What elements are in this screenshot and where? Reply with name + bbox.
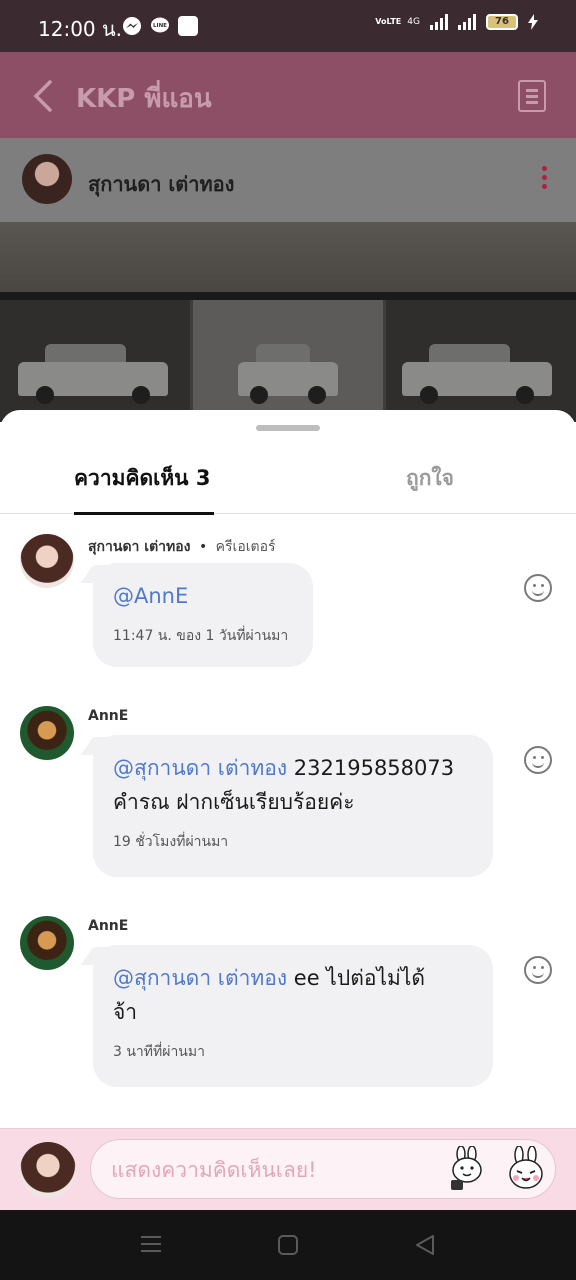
comment-time: 11:47 น. ของ 1 วันที่ผ่านมา (113, 628, 289, 644)
avatar[interactable] (20, 916, 74, 970)
mention-link[interactable]: @สุกานดา เต่าทอง (113, 756, 287, 780)
truck-image-center (238, 344, 338, 404)
back-triangle-icon[interactable] (414, 1234, 436, 1256)
app-bar-title: KKP พี่แอน (76, 84, 212, 114)
avatar[interactable] (20, 534, 74, 588)
tab-likes[interactable]: ถูกใจ (406, 462, 454, 514)
home-icon[interactable] (277, 1234, 299, 1256)
photo-band (0, 292, 576, 300)
chevron-left-icon[interactable] (28, 76, 62, 116)
document-icon[interactable] (518, 80, 546, 112)
comment-time: 19 ชั่วโมงที่ผ่านมา (113, 834, 229, 850)
active-tab-indicator (74, 512, 214, 515)
system-nav-bar (0, 1210, 576, 1280)
brown-cony-sticker-icon[interactable] (445, 1146, 491, 1192)
smiley-icon[interactable] (524, 574, 552, 602)
post-photo[interactable] (0, 222, 576, 422)
messenger-icon (123, 17, 141, 35)
meta-separator: • (198, 539, 208, 555)
comment-author[interactable]: AnnE (88, 918, 128, 934)
network-type: 4G (407, 17, 420, 27)
comment-meta: AnnE (88, 918, 128, 934)
comment-meta: สุกานดา เต่าทอง • ครีเอเตอร์ (88, 536, 276, 558)
comment-time: 3 นาทีที่ผ่านมา (113, 1044, 205, 1060)
svg-text:LINE: LINE (153, 23, 167, 29)
comment-text: @สุกานดา เต่าทอง ee ไปต่อไม่ได้ จ้า (113, 961, 473, 1029)
charging-icon (528, 14, 538, 30)
truck-image-right (402, 344, 552, 404)
app-bar: KKP พี่แอน (0, 52, 576, 138)
mention-link[interactable]: @AnnE (113, 584, 188, 608)
comment-text-line2: จ้า (113, 1000, 138, 1024)
comment-author[interactable]: สุกานดา เต่าทอง (88, 539, 191, 555)
tab-comments[interactable]: ความคิดเห็น 3 (74, 462, 214, 515)
tab-likes-label: ถูกใจ (406, 466, 454, 490)
signal-icon (430, 14, 448, 30)
comment-text-line1: 232195858073 (287, 756, 455, 780)
comment-bubble[interactable]: @สุกานดา เต่าทอง ee ไปต่อไม่ได้ จ้า 3 นา… (93, 945, 493, 1087)
post-author-name[interactable]: สุกานดา เต่าทอง (88, 168, 234, 200)
signal-icon-2 (458, 14, 476, 30)
photo-wall (0, 222, 576, 292)
square-icon (178, 16, 198, 36)
avatar[interactable] (20, 706, 74, 760)
comment-meta: AnnE (88, 708, 128, 724)
comment-text-line1: ee ไปต่อไม่ได้ (287, 966, 426, 990)
sheet-drag-handle[interactable] (256, 425, 320, 431)
recent-apps-icon[interactable] (140, 1234, 162, 1254)
battery-indicator: 76 (486, 14, 518, 30)
mention-link[interactable]: @สุกานดา เต่าทอง (113, 966, 287, 990)
tab-comments-label: ความคิดเห็น 3 (74, 466, 211, 490)
truck-image-left (18, 344, 168, 404)
sheet-tabs: ความคิดเห็น 3 ถูกใจ (0, 446, 576, 515)
status-bar: 12:00 น. LINE VoLTE 4G 76 (0, 0, 576, 52)
post-header: สุกานดา เต่าทอง (0, 138, 576, 222)
comment-bubble[interactable]: @สุกานดา เต่าทอง 232195858073 คำรณ ฝากเซ… (93, 735, 493, 877)
comment-text: @สุกานดา เต่าทอง 232195858073 คำรณ ฝากเซ… (113, 751, 473, 819)
post-author-avatar[interactable] (22, 154, 72, 204)
comments-sheet: ความคิดเห็น 3 ถูกใจ สุกานดา เต่าทอง • คร… (0, 410, 576, 1210)
comment-text-line2: คำรณ ฝากเซ็นเรียบร้อยค่ะ (113, 790, 355, 814)
line-icon: LINE (151, 17, 169, 33)
cony-sticker-icon[interactable] (503, 1146, 549, 1192)
creator-badge: ครีเอเตอร์ (215, 539, 276, 555)
status-indicators: VoLTE 4G 76 (375, 14, 538, 30)
smiley-icon[interactable] (524, 956, 552, 984)
comment-input[interactable] (111, 1154, 431, 1186)
status-time: 12:00 น. (38, 17, 123, 41)
volte-label: VoLTE (375, 17, 402, 26)
comment-author[interactable]: AnnE (88, 708, 128, 724)
comment-text: @AnnE (113, 579, 293, 613)
smiley-icon[interactable] (524, 746, 552, 774)
comment-input-bar (0, 1128, 576, 1210)
more-vertical-icon[interactable] (542, 166, 548, 192)
comment-bubble[interactable]: @AnnE 11:47 น. ของ 1 วันที่ผ่านมา (93, 563, 313, 667)
avatar (20, 1142, 76, 1198)
comment-field-wrapper[interactable] (90, 1139, 556, 1199)
